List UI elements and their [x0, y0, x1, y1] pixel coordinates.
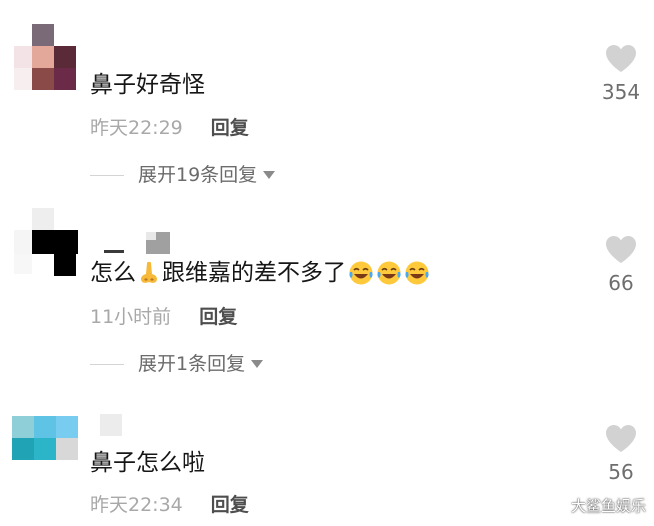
avatar[interactable] [12, 414, 78, 480]
heart-icon [606, 425, 636, 452]
comment-text: 鼻子怎么啦 [90, 448, 205, 478]
comment-time: 昨天22:34 [90, 494, 183, 516]
watermark-text: 大鲨鱼娱乐 [570, 497, 646, 515]
reply-button[interactable]: 回复 [211, 493, 249, 517]
username-redacted[interactable] [100, 414, 130, 436]
like-count: 56 [608, 460, 634, 484]
comment-3: 鼻子怎么啦 昨天22:34 回复 56 [0, 0, 654, 526]
like-button[interactable]: 56 [591, 424, 651, 485]
comment-meta: 昨天22:34 回复 [90, 493, 249, 517]
comment-text-content: 鼻子怎么啦 [90, 450, 205, 476]
